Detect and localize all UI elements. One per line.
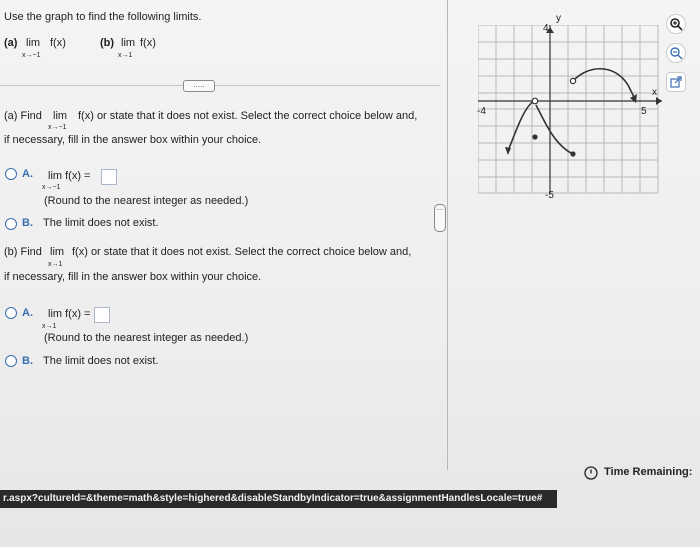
part-b-answer-box[interactable] (94, 307, 110, 323)
open-point-left (531, 97, 539, 105)
zoom-in-icon[interactable] (666, 14, 686, 34)
part-a-prompt-lim: lim (53, 110, 68, 122)
function-graph (478, 25, 662, 194)
part-a-fx: f(x) (50, 37, 66, 49)
part-b-choice-b-letter: B. (22, 355, 33, 367)
part-a-choice-b-text: The limit does not exist. (43, 217, 159, 229)
part-b-label: (b) (100, 37, 115, 49)
closed-point-middle (532, 134, 538, 140)
external-link-icon[interactable] (666, 72, 686, 92)
part-b-fx: f(x) (140, 37, 156, 49)
part-a-prompt-start: (a) Find (4, 110, 42, 122)
part-a-choice-b-radio[interactable] (5, 218, 17, 230)
part-b-prompt-line2: if necessary, fill in the answer box wit… (4, 271, 262, 283)
x-axis-arrow (656, 97, 662, 105)
part-b-choice-b-text: The limit does not exist. (43, 355, 159, 367)
part-b-choice-a-letter: A. (22, 307, 33, 319)
part-b-prompt-rest: f(x) or state that it does not exist. Se… (72, 246, 412, 258)
part-b-round-note: (Round to the nearest integer as needed.… (44, 332, 249, 344)
part-a-choice-a-letter: A. (22, 168, 33, 180)
part-b-prompt-lim: lim (50, 246, 65, 258)
part-a-prompt-subscript: x→−1 (48, 124, 67, 131)
graph-y-min-label: -5 (545, 190, 554, 201)
instruction-text: Use the graph to find the following limi… (4, 11, 202, 23)
part-a-prompt-rest: f(x) or state that it does not exist. Se… (78, 110, 418, 122)
divider-right (215, 85, 440, 86)
part-a-lim: lim (26, 37, 41, 49)
part-a-choice-a-radio[interactable] (5, 168, 17, 180)
graph-x-min-label: -4 (477, 106, 486, 117)
part-b-subscript: x→1 (118, 52, 133, 59)
part-a-choice-a-subscript: x→−1 (42, 184, 61, 191)
zoom-out-icon[interactable] (666, 43, 686, 63)
part-a-prompt-line2: if necessary, fill in the answer box wit… (4, 134, 262, 146)
part-b-choice-a-subscript: x→1 (42, 323, 57, 330)
time-remaining-label: Time Remaining: (604, 466, 693, 478)
part-a-label: (a) (4, 37, 18, 49)
graph-y-label: y (556, 13, 561, 24)
part-b-choice-a-expr: lim f(x) = (48, 308, 91, 320)
panel-divider (447, 0, 448, 470)
status-url-bar: r.aspx?cultureId=&theme=math&style=highe… (0, 490, 557, 508)
part-a-answer-box[interactable] (101, 169, 117, 185)
part-a-choice-a-expr: lim f(x) = (48, 170, 91, 182)
clock-icon (584, 466, 598, 480)
graph-x-max-label: 5 (641, 106, 647, 117)
graph-grid (478, 25, 659, 194)
problem-page: Use the graph to find the following limi… (0, 0, 700, 547)
graph-y-max-label: 4 (543, 23, 549, 34)
part-b-prompt-subscript: x→1 (48, 261, 63, 268)
graph-x-label: x (652, 87, 657, 98)
part-b-choice-b-radio[interactable] (5, 355, 17, 367)
part-a-round-note: (Round to the nearest integer as needed.… (44, 195, 249, 207)
curve-left-arrow (505, 147, 511, 155)
part-b-prompt-start: (b) Find (4, 246, 42, 258)
curve-middle (535, 104, 574, 155)
part-b-lim: lim (121, 37, 136, 49)
divider-left (0, 85, 183, 86)
closed-point-bottom (570, 151, 576, 157)
part-b-choice-a-radio[interactable] (5, 307, 17, 319)
open-point-right (569, 77, 577, 85)
part-a-choice-b-letter: B. (22, 217, 33, 229)
part-a-subscript: x→−1 (22, 52, 41, 59)
expand-more-button[interactable]: ..... (183, 80, 215, 92)
panel-resize-handle[interactable]: .... (434, 204, 446, 232)
